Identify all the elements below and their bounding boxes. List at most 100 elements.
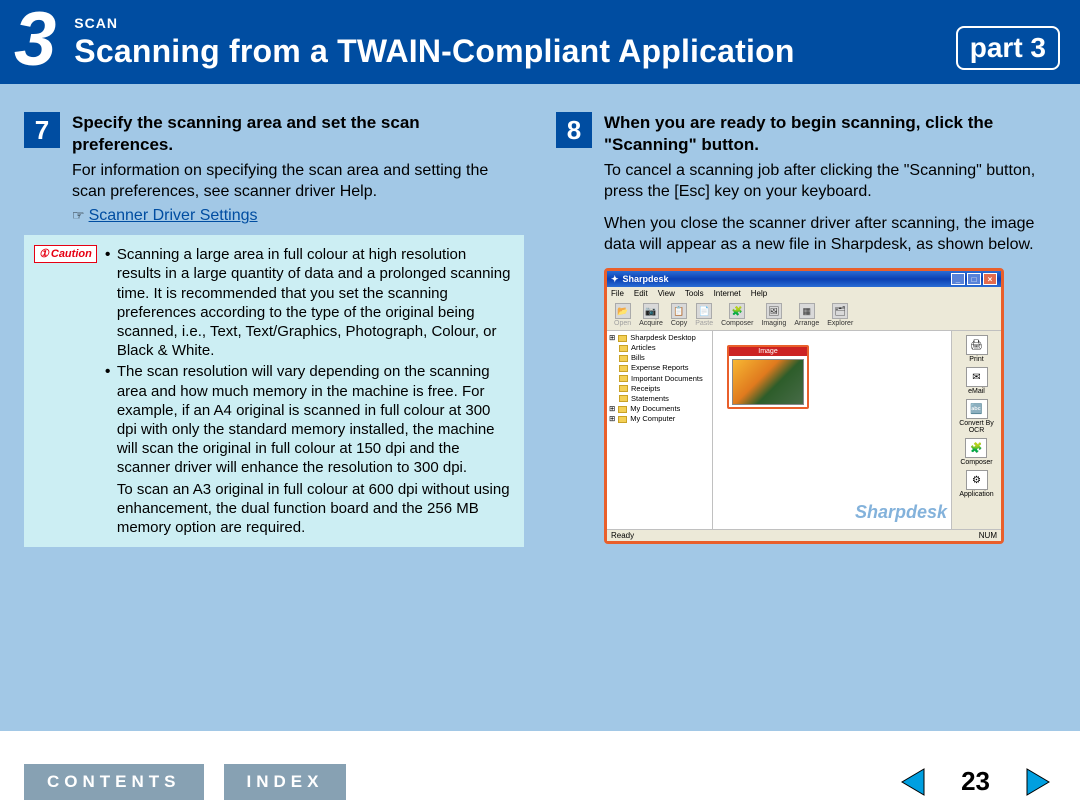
- toolbar-composer[interactable]: 🧩Composer: [718, 302, 756, 328]
- status-right: NUM: [979, 531, 997, 540]
- contents-button[interactable]: CONTENTS: [24, 764, 204, 800]
- thumb-label: Image: [729, 347, 807, 356]
- toolbar-arrange[interactable]: ▦Arrange: [791, 302, 822, 328]
- pointer-icon: ☞: [72, 206, 85, 224]
- thumb-picture: [732, 359, 804, 405]
- sd-output-bar: 🖨Print ✉eMail 🔤Convert By OCR 🧩Composer ⚙App…: [951, 331, 1001, 529]
- toolbar-imaging[interactable]: 🖼Imaging: [758, 302, 789, 328]
- caution-text: Scanning a large area in full colour at …: [105, 245, 514, 537]
- caution-bullet-1: Scanning a large area in full colour at …: [105, 245, 514, 360]
- step-7-header: 7 Specify the scanning area and set the …: [24, 112, 524, 155]
- sd-main-area: ⊞Sharpdesk DesktopArticlesBillsExpense R…: [607, 331, 1001, 529]
- folder-icon: [618, 416, 627, 423]
- menu-tools[interactable]: Tools: [685, 289, 704, 298]
- toolbar-paste: 📄Paste: [692, 302, 716, 328]
- toolbar-arrange-icon: ▦: [799, 303, 815, 319]
- folder-icon: [619, 345, 628, 352]
- folder-icon: [619, 365, 628, 372]
- tree-node[interactable]: ⊞My Computer: [609, 414, 710, 424]
- tree-node[interactable]: Articles: [609, 343, 710, 353]
- caution-label-text: Caution: [51, 247, 92, 261]
- tree-node[interactable]: Bills: [609, 353, 710, 363]
- output-composer[interactable]: 🧩Composer: [960, 438, 992, 466]
- sd-canvas: Image Sharpdesk: [713, 331, 951, 529]
- sd-toolbar: 📂Open📷Acquire📋Copy📄Paste🧩Composer🖼Imagin…: [607, 300, 1001, 331]
- toolbar-acquire-icon: 📷: [643, 303, 659, 319]
- toolbar-copy[interactable]: 📋Copy: [668, 302, 690, 328]
- tree-node[interactable]: Important Documents: [609, 374, 710, 384]
- step-8-p2: When you close the scanner driver after …: [604, 214, 1056, 256]
- step-7-body: For information on specifying the scan a…: [72, 161, 524, 235]
- sharpdesk-watermark: Sharpdesk: [855, 502, 947, 523]
- toolbar-explorer-icon: 🗂: [832, 303, 848, 319]
- chapter-header: 3 SCAN Scanning from a TWAIN-Compliant A…: [0, 0, 1080, 84]
- prev-page-arrow[interactable]: [895, 764, 931, 800]
- menu-edit[interactable]: Edit: [634, 289, 648, 298]
- step-7-number: 7: [24, 112, 60, 148]
- driver-link-row: ☞Scanner Driver Settings: [72, 202, 524, 235]
- close-button[interactable]: ×: [983, 273, 997, 285]
- menu-help[interactable]: Help: [751, 289, 767, 298]
- tree-node[interactable]: ⊞Sharpdesk Desktop: [609, 333, 710, 343]
- menu-view[interactable]: View: [658, 289, 675, 298]
- toolbar-explorer[interactable]: 🗂Explorer: [824, 302, 856, 328]
- sd-app-icon: ✦: [611, 274, 619, 285]
- window-controls: _ □ ×: [951, 273, 997, 285]
- right-column: 8 When you are ready to begin scanning, …: [556, 112, 1056, 711]
- menu-file[interactable]: File: [611, 289, 624, 298]
- folder-icon: [618, 335, 627, 342]
- status-left: Ready: [611, 531, 634, 540]
- scanner-driver-settings-link[interactable]: Scanner Driver Settings: [89, 206, 258, 227]
- step-8-body: To cancel a scanning job after clicking …: [604, 161, 1056, 256]
- caution-label: ①Caution: [34, 245, 97, 263]
- page-body: 7 Specify the scanning area and set the …: [0, 84, 1080, 731]
- folder-icon: [619, 355, 628, 362]
- output-print[interactable]: 🖨Print: [966, 335, 988, 363]
- step-8-header: 8 When you are ready to begin scanning, …: [556, 112, 1056, 155]
- index-button[interactable]: INDEX: [224, 764, 347, 800]
- step-7-title: Specify the scanning area and set the sc…: [72, 112, 524, 155]
- page-number: 23: [951, 766, 1000, 797]
- menu-internet[interactable]: Internet: [714, 289, 741, 298]
- page-title: Scanning from a TWAIN-Compliant Applicat…: [74, 33, 941, 70]
- sd-menubar: File Edit View Tools Internet Help: [607, 287, 1001, 300]
- scanned-image-thumb[interactable]: Image: [727, 345, 809, 409]
- output-icon: 🧩: [965, 438, 987, 458]
- caution-box: ①Caution Scanning a large area in full c…: [24, 235, 524, 547]
- next-page-arrow[interactable]: [1020, 764, 1056, 800]
- maximize-button[interactable]: □: [967, 273, 981, 285]
- caution-bullet-2-cont: To scan an A3 original in full colour at…: [105, 480, 514, 538]
- page-footer: CONTENTS INDEX 23: [0, 754, 1080, 809]
- step-7-intro: For information on specifying the scan a…: [72, 161, 524, 203]
- output-icon: ⚙: [966, 470, 988, 490]
- tree-node[interactable]: Receipts: [609, 384, 710, 394]
- section-name: SCAN: [74, 15, 941, 31]
- toolbar-composer-icon: 🧩: [729, 303, 745, 319]
- folder-icon: [618, 406, 627, 413]
- toolbar-open: 📂Open: [611, 302, 634, 328]
- output-convert-by-ocr[interactable]: 🔤Convert By OCR: [954, 399, 999, 434]
- sd-title: Sharpdesk: [623, 274, 669, 284]
- tree-node[interactable]: Statements: [609, 394, 710, 404]
- left-column: 7 Specify the scanning area and set the …: [24, 112, 524, 711]
- tree-node[interactable]: ⊞My Documents: [609, 404, 710, 414]
- part-indicator: part 3: [956, 26, 1060, 70]
- output-email[interactable]: ✉eMail: [966, 367, 988, 395]
- title-block: SCAN Scanning from a TWAIN-Compliant App…: [74, 15, 941, 74]
- step-8-title: When you are ready to begin scanning, cl…: [604, 112, 1056, 155]
- output-icon: 🖨: [966, 335, 988, 355]
- sharpdesk-window: ✦ Sharpdesk _ □ × File Edit View Tools I…: [604, 268, 1004, 544]
- tree-node[interactable]: Expense Reports: [609, 363, 710, 373]
- toolbar-imaging-icon: 🖼: [766, 303, 782, 319]
- caution-icon: ①: [39, 247, 49, 261]
- sd-folder-tree: ⊞Sharpdesk DesktopArticlesBillsExpense R…: [607, 331, 713, 529]
- output-icon: ✉: [966, 367, 988, 387]
- output-application[interactable]: ⚙Application: [959, 470, 993, 498]
- minimize-button[interactable]: _: [951, 273, 965, 285]
- chapter-number: 3: [14, 6, 56, 74]
- step-8-p1: To cancel a scanning job after clicking …: [604, 161, 1056, 203]
- step-8-number: 8: [556, 112, 592, 148]
- output-icon: 🔤: [966, 399, 988, 419]
- toolbar-acquire[interactable]: 📷Acquire: [636, 302, 666, 328]
- folder-icon: [619, 375, 628, 382]
